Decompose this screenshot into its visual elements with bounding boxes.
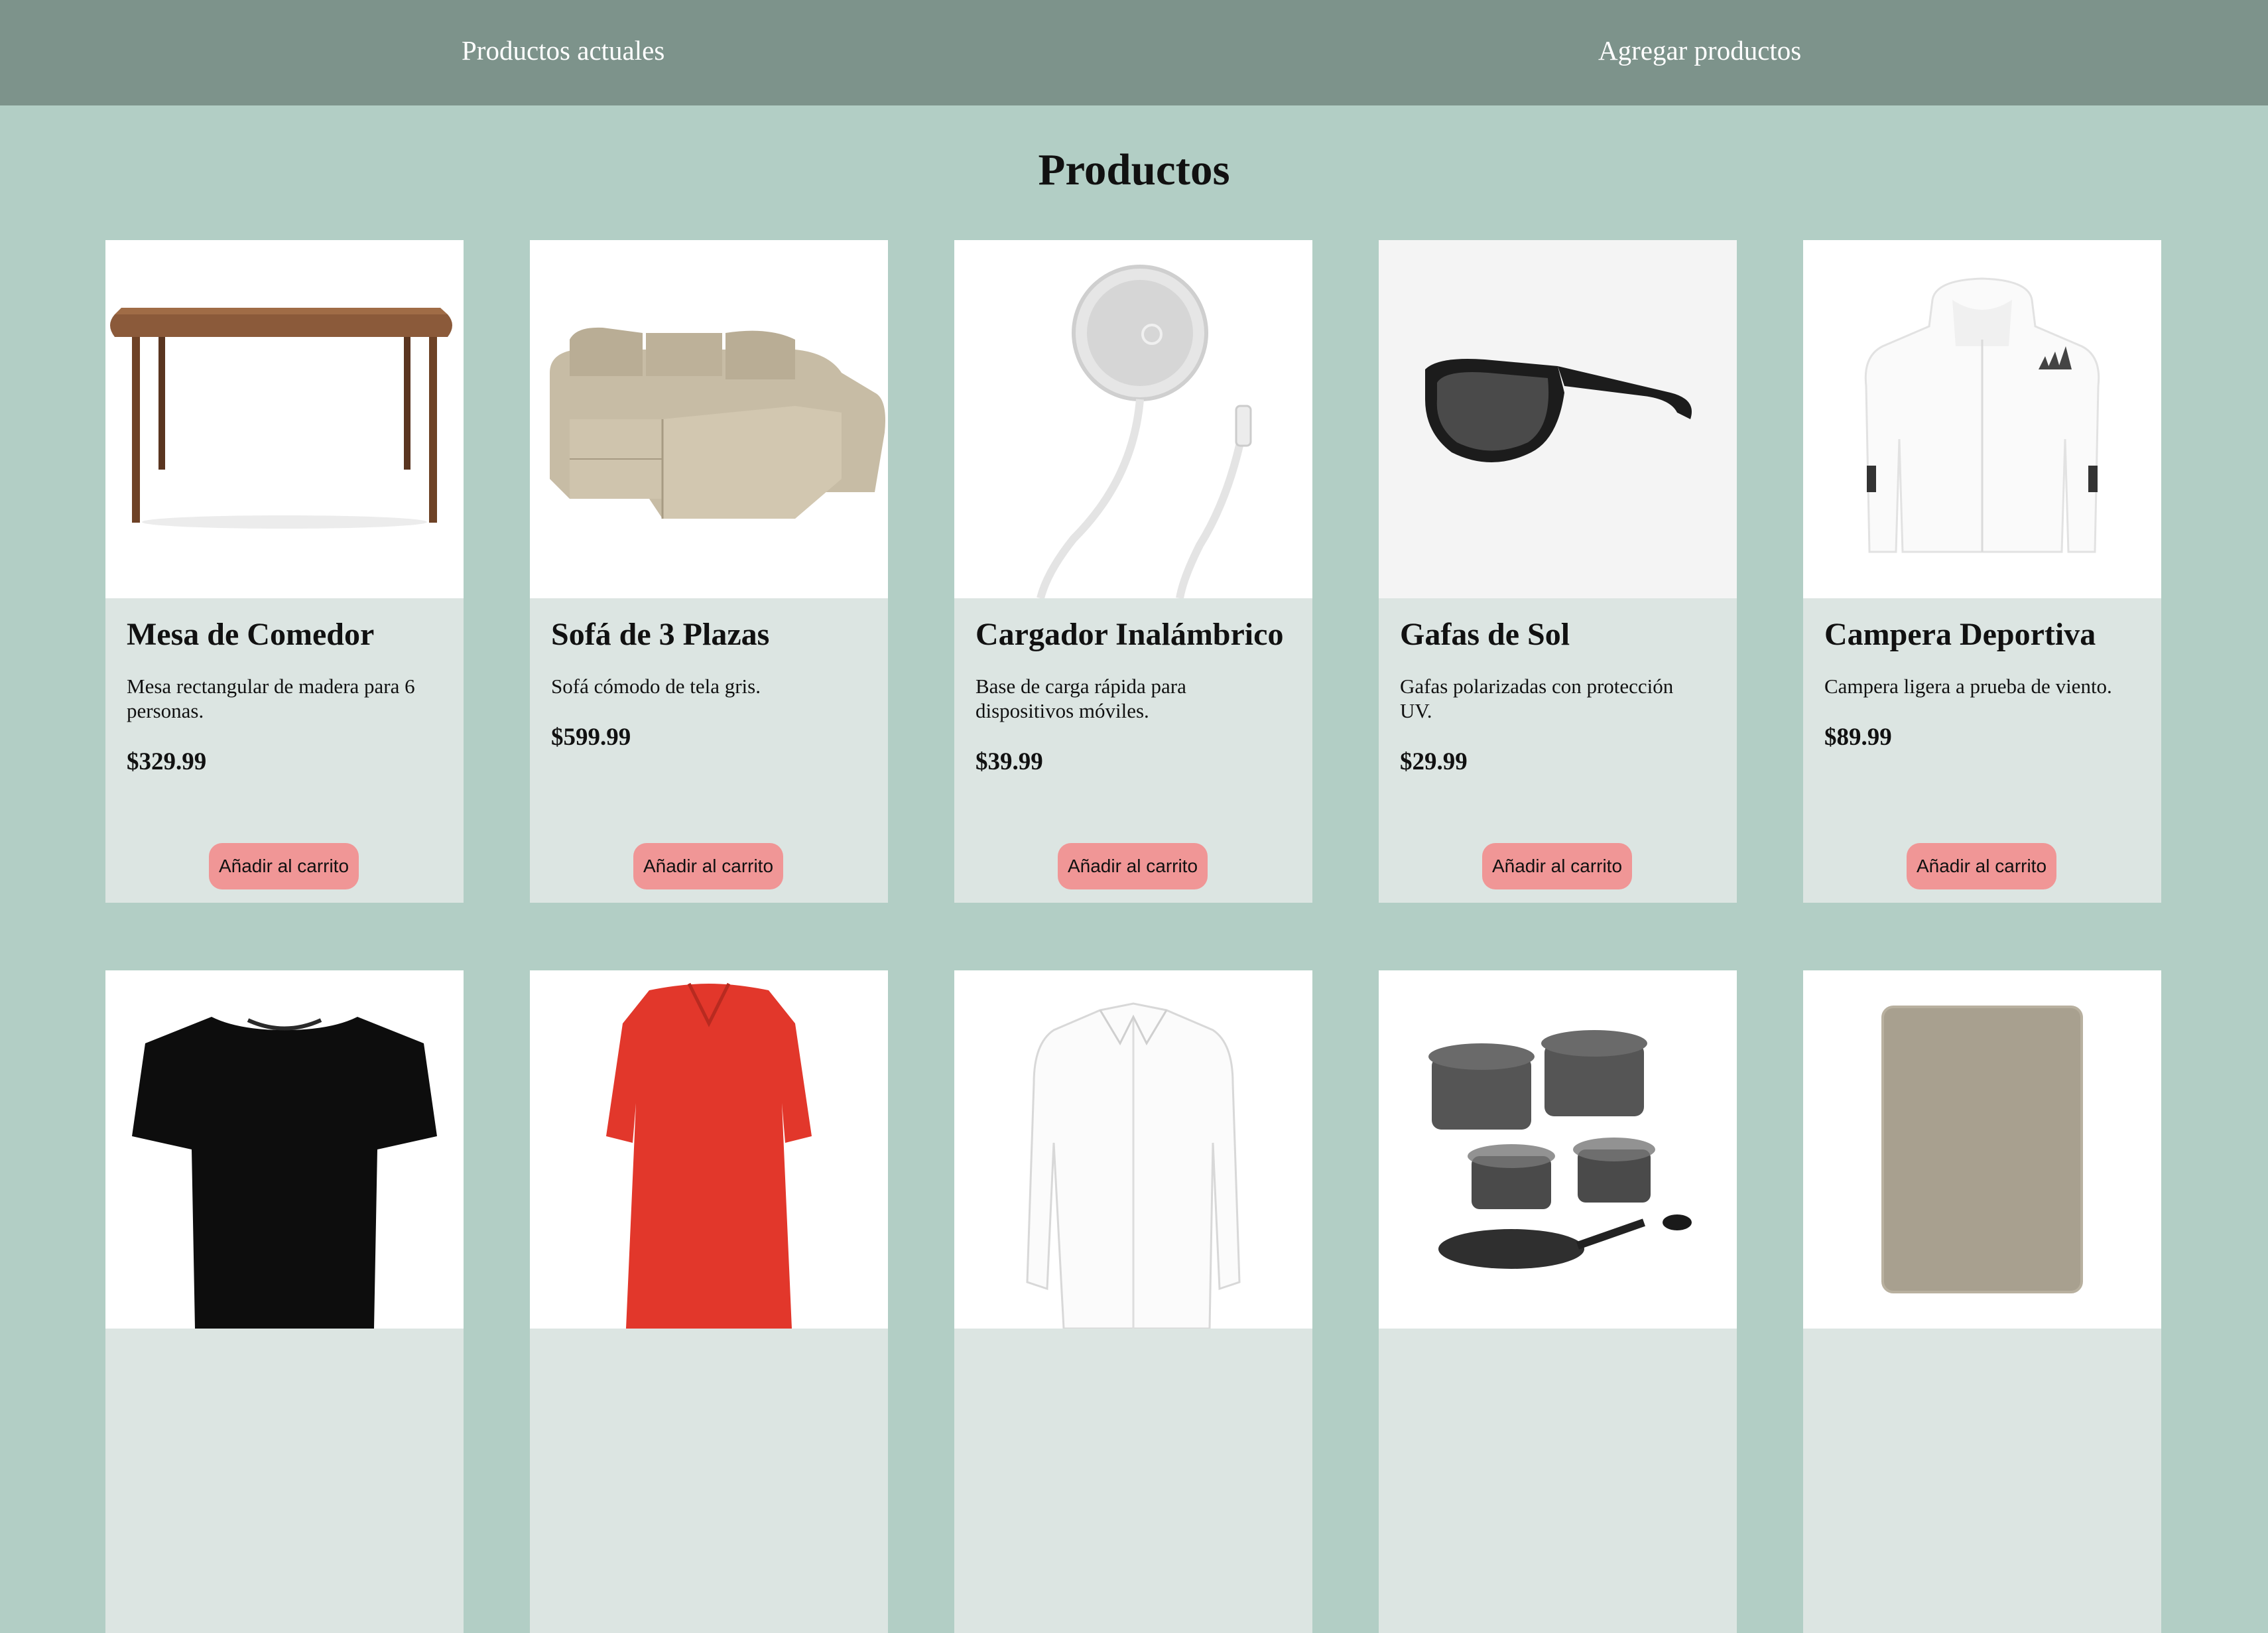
add-to-cart-button[interactable]: Añadir al carrito [1907,843,2056,889]
red-dress-image [530,970,888,1329]
product-description: Base de carga rápida para dispositivos m… [976,675,1186,722]
product-price: $89.99 [1824,724,1892,751]
product-price: $29.99 [1400,748,1468,775]
top-nav: Productos actuales Agregar productos [0,0,2268,105]
add-to-cart-button[interactable]: Añadir al carrito [1482,843,1632,889]
product-name: Gafas de Sol [1400,617,1570,652]
add-to-cart-button[interactable]: Añadir al carrito [1058,843,1208,889]
sunglasses-image [1379,240,1737,598]
nav-link-current-products[interactable]: Productos actuales [462,34,664,66]
product-card [954,970,1312,1633]
wireless-charger-image [954,240,1312,598]
product-card: Cargador Inalámbrico Base de carga rápid… [954,240,1312,903]
product-card: Campera Deportiva Campera ligera a prueb… [1803,240,2161,903]
dining-table-image [105,240,464,598]
black-tshirt-image [105,970,464,1329]
product-description: Campera ligera a prueba de viento. [1824,675,2112,698]
product-card: Gafas de Sol Gafas polarizadas con prote… [1379,240,1737,903]
product-description: Gafas polarizadas con protección UV. [1400,675,1674,722]
sofa-image [530,240,888,598]
product-description: Mesa rectangular de madera para 6 person… [127,675,415,722]
add-to-cart-button[interactable]: Añadir al carrito [209,843,359,889]
product-price: $599.99 [551,724,631,751]
product-name: Cargador Inalámbrico [976,617,1284,652]
product-description: Sofá cómodo de tela gris. [551,675,761,698]
product-name: Campera Deportiva [1824,617,2096,652]
product-card [1379,970,1737,1633]
rug-image [1803,970,2161,1329]
product-card [1803,970,2161,1633]
product-card: Mesa de Comedor Mesa rectangular de made… [105,240,464,903]
product-card [105,970,464,1633]
product-card [530,970,888,1633]
product-name: Mesa de Comedor [127,617,375,652]
cookware-set-image [1379,970,1737,1329]
product-name: Sofá de 3 Plazas [551,617,770,652]
product-price: $39.99 [976,748,1043,775]
page-title: Productos [1038,145,1230,194]
nav-link-add-products[interactable]: Agregar productos [1598,34,1801,66]
white-shirt-image [954,970,1312,1329]
product-card: Sofá de 3 Plazas Sofá cómodo de tela gri… [530,240,888,903]
product-price: $329.99 [127,748,207,775]
add-to-cart-button[interactable]: Añadir al carrito [633,843,783,889]
sports-jacket-image [1803,240,2161,598]
